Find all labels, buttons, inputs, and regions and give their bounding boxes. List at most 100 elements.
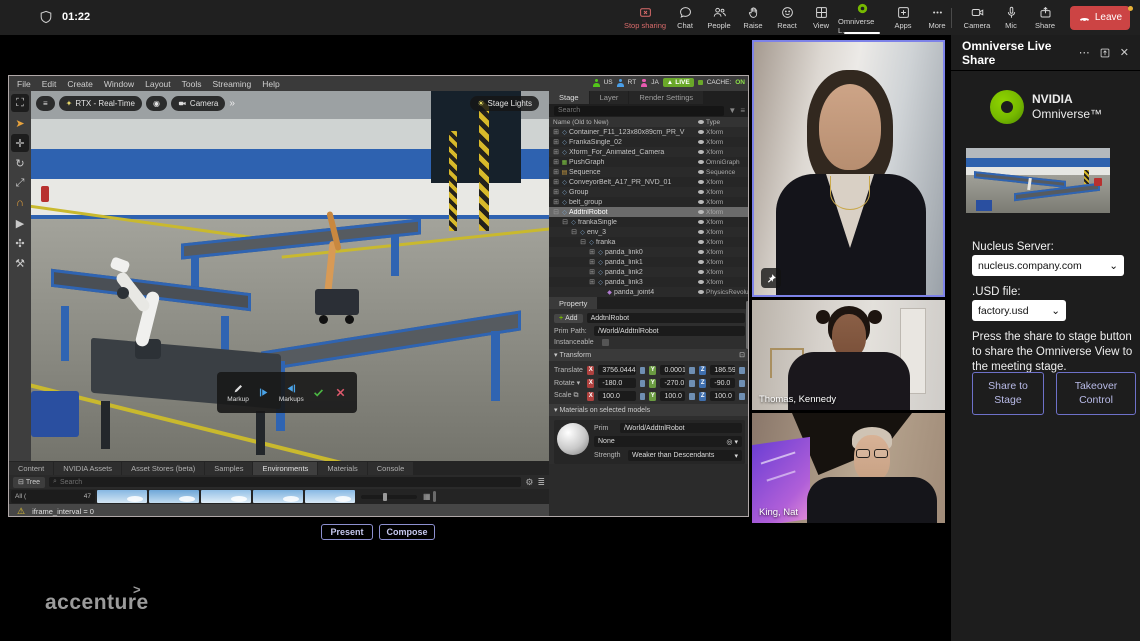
strength-select[interactable]: Weaker than Descendants▾ xyxy=(628,450,742,461)
markup-next-button[interactable]: Markups xyxy=(279,382,304,403)
snap-tool-icon[interactable]: ∩ xyxy=(11,194,29,212)
view-button[interactable]: View xyxy=(804,0,838,35)
prim-name-field[interactable]: AddtnlRobot xyxy=(587,313,745,323)
environment-thumbnail[interactable] xyxy=(97,490,147,503)
tree-row-selected[interactable]: AddtnlRobotXform xyxy=(549,207,749,217)
viewport-menu-button[interactable]: ≡ xyxy=(36,96,55,111)
camera-button[interactable]: Camera xyxy=(960,0,994,35)
eye-icon[interactable] xyxy=(696,180,706,184)
people-button[interactable]: People xyxy=(702,0,736,35)
renderer-selector[interactable]: ✦RTX - Real-Time xyxy=(59,96,142,111)
nucleus-server-select[interactable]: nucleus.company.com ⌄ xyxy=(972,255,1124,276)
tree-row[interactable]: frankaXform xyxy=(549,237,749,247)
tab-stage[interactable]: Stage xyxy=(549,91,589,104)
omniverse-app-tab[interactable]: Omniverse L... xyxy=(838,0,886,35)
scale-tool-icon[interactable]: ⤢ xyxy=(11,174,29,192)
translate-z-field[interactable]: 186.5935 xyxy=(710,365,735,375)
pin-badge[interactable] xyxy=(761,268,781,288)
eye-icon[interactable] xyxy=(696,170,706,174)
tab-asset-stores[interactable]: Asset Stores (beta) xyxy=(122,462,204,475)
expand-icon[interactable] xyxy=(588,258,596,266)
menu-edit[interactable]: Edit xyxy=(42,79,57,89)
eye-icon[interactable] xyxy=(696,270,706,274)
collapse-icon[interactable] xyxy=(552,208,560,216)
chat-button[interactable]: Chat xyxy=(668,0,702,35)
tree-row[interactable]: panda_link3Xform xyxy=(549,277,749,287)
env-scrollbar[interactable] xyxy=(433,491,436,502)
transform-search-icon[interactable]: ⊡ xyxy=(739,351,745,359)
collapse-icon[interactable] xyxy=(561,218,569,226)
lock-toggle[interactable] xyxy=(689,367,695,374)
menu-help[interactable]: Help xyxy=(262,79,279,89)
eye-icon[interactable] xyxy=(696,190,706,194)
eye-icon[interactable] xyxy=(696,280,706,284)
gear-icon[interactable]: ⚙ xyxy=(525,477,533,488)
rotate-x-field[interactable]: -180.0 xyxy=(598,378,635,388)
eye-icon[interactable] xyxy=(696,140,706,144)
collapse-icon[interactable] xyxy=(570,228,578,236)
tree-row[interactable]: frankaSingleXform xyxy=(549,217,749,227)
expand-icon[interactable] xyxy=(552,198,560,206)
list-view-icon[interactable]: ≣ xyxy=(537,477,545,488)
panel-more-icon[interactable]: ⋯ xyxy=(1079,46,1090,59)
takeover-control-button[interactable]: Takeover Control xyxy=(1056,372,1136,415)
cursor-tool-icon[interactable]: ➤ xyxy=(11,114,29,132)
scale-z-field[interactable]: 100.0 xyxy=(710,391,735,401)
tree-row[interactable]: Container_F11_123x80x89cm_PR_VXform xyxy=(549,127,749,137)
tree-row[interactable]: panda_link1Xform xyxy=(549,257,749,267)
transform-section-header[interactable]: ▾ Transform ⊡ xyxy=(549,349,749,361)
expand-icon[interactable] xyxy=(552,188,560,196)
tree-row[interactable]: belt_groupXform xyxy=(549,197,749,207)
expand-icon[interactable] xyxy=(552,148,560,156)
eye-icon[interactable] xyxy=(696,130,706,134)
eye-icon[interactable] xyxy=(696,260,706,264)
live-badge[interactable]: ▲LIVE xyxy=(663,78,694,87)
thumbnail-size-slider[interactable] xyxy=(361,495,417,499)
close-icon[interactable]: ✕ xyxy=(1120,46,1129,59)
tree-row[interactable]: Xform_For_Animated_CameraXform xyxy=(549,147,749,157)
move-tool-icon[interactable]: ✛ xyxy=(11,134,29,152)
more-button[interactable]: More xyxy=(920,0,954,35)
expand-icon[interactable] xyxy=(552,178,560,186)
markup-approve-button[interactable] xyxy=(312,386,325,399)
markup-pencil-button[interactable]: Markup xyxy=(227,382,249,403)
tree-view-button[interactable]: ⊟Tree xyxy=(13,477,45,488)
eye-icon[interactable] xyxy=(696,240,706,244)
eye-icon[interactable] xyxy=(696,250,706,254)
environment-thumbnail[interactable] xyxy=(201,490,251,503)
content-search-input[interactable]: ⌕Search xyxy=(49,477,521,487)
filter-icon[interactable]: ▼ xyxy=(728,106,736,115)
react-button[interactable]: React xyxy=(770,0,804,35)
slider-handle[interactable] xyxy=(383,493,387,501)
tab-render-settings[interactable]: Render Settings xyxy=(629,91,703,104)
options-icon[interactable]: ≡ xyxy=(740,106,745,115)
expand-icon[interactable] xyxy=(552,168,560,176)
stage-search-input[interactable]: Search xyxy=(554,106,724,116)
expand-icon[interactable] xyxy=(588,268,596,276)
pinned-speaker-video[interactable] xyxy=(752,40,945,297)
tab-layer[interactable]: Layer xyxy=(590,91,629,104)
expand-icon[interactable] xyxy=(588,248,596,256)
rotate-z-field[interactable]: -90.0 xyxy=(710,378,735,388)
expand-icon[interactable] xyxy=(552,128,560,136)
tree-scrollbar[interactable] xyxy=(746,301,749,349)
tab-materials[interactable]: Materials xyxy=(318,462,366,475)
mic-button[interactable]: Mic xyxy=(994,0,1028,35)
type-column-header[interactable]: Type xyxy=(706,119,749,126)
eye-icon[interactable] xyxy=(696,220,706,224)
menu-layout[interactable]: Layout xyxy=(145,79,171,89)
usd-file-select[interactable]: factory.usd ⌄ xyxy=(972,300,1066,321)
materials-section-header[interactable]: ▾ Materials on selected models xyxy=(549,404,749,416)
lock-toggle[interactable] xyxy=(640,393,646,400)
markup-reject-button[interactable] xyxy=(334,386,347,399)
tree-row[interactable]: panda_link2Xform xyxy=(549,267,749,277)
chevron-expand-icon[interactable]: » xyxy=(229,98,235,109)
environment-thumbnail[interactable] xyxy=(305,490,355,503)
tree-row[interactable]: FrankaSingle_02Xform xyxy=(549,137,749,147)
scale-x-field[interactable]: 100.0 xyxy=(598,391,635,401)
lock-toggle[interactable] xyxy=(689,393,695,400)
menu-create[interactable]: Create xyxy=(67,79,93,89)
tree-row[interactable]: panda_link0Xform xyxy=(549,247,749,257)
eye-icon[interactable] xyxy=(696,210,706,214)
lock-toggle[interactable] xyxy=(689,380,695,387)
